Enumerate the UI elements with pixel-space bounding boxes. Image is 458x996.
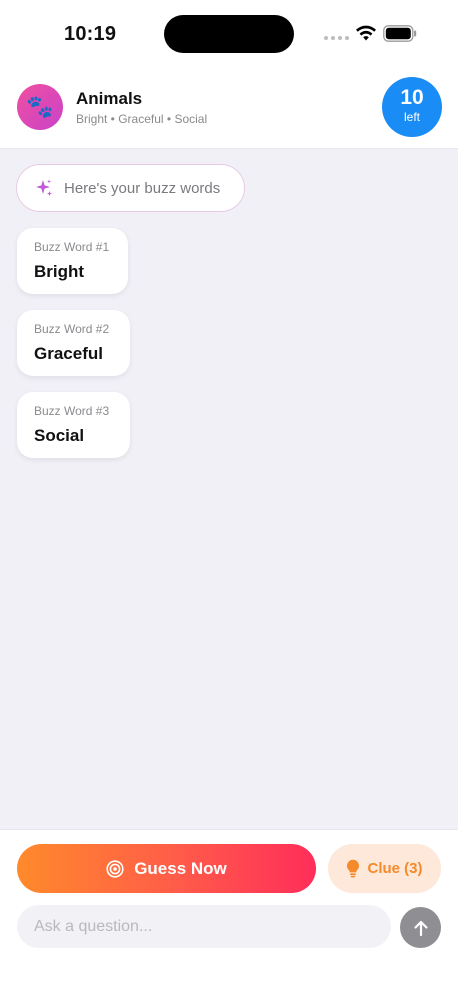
buzz-word-card: Buzz Word #2 Graceful (17, 310, 130, 376)
page-subtitle: Bright • Graceful • Social (76, 112, 208, 126)
avatar: 🐾 (17, 84, 63, 130)
bulb-icon (347, 859, 360, 878)
buzz-word: Graceful (34, 344, 103, 363)
buzz-words-banner-text: Here's your buzz words (64, 179, 221, 197)
status-bar: 10:19 (0, 0, 458, 72)
battery-icon (383, 25, 417, 42)
clue-button[interactable]: Clue (3) (328, 844, 441, 893)
buzz-word-label: Buzz Word #1 (34, 240, 110, 254)
page-title: Animals (76, 89, 143, 108)
cellular-signal-icon (324, 36, 349, 40)
wifi-icon (356, 25, 376, 41)
sparkle-icon (36, 179, 52, 196)
status-time: 10:19 (64, 23, 117, 45)
buzz-words-banner: Here's your buzz words (16, 164, 245, 212)
questions-left-count: 10 (400, 86, 424, 109)
buzz-word-card: Buzz Word #3 Social (17, 392, 130, 458)
dynamic-island (164, 15, 294, 53)
target-icon (106, 859, 124, 878)
guess-now-button[interactable]: Guess Now (17, 844, 316, 893)
questions-left-badge: 10 left (382, 77, 442, 137)
chat-header: 🐾 Animals Bright • Graceful • Social 10 … (0, 72, 458, 149)
clue-label: Clue (3) (367, 860, 423, 877)
buzz-word: Bright (34, 262, 85, 281)
buzz-word-label: Buzz Word #2 (34, 322, 110, 336)
buzz-word: Social (34, 426, 85, 445)
guess-now-label: Guess Now (134, 858, 227, 878)
questions-left-label: left (403, 110, 420, 124)
bottom-bar: Guess Now Clue (3) (0, 829, 458, 996)
send-button[interactable] (400, 907, 441, 948)
arrow-up-icon (413, 920, 428, 936)
buzz-word-label: Buzz Word #3 (34, 404, 110, 418)
paw-icon: 🐾 (26, 94, 54, 119)
buzz-word-card: Buzz Word #1 Bright (17, 228, 128, 294)
question-input[interactable] (17, 905, 391, 948)
